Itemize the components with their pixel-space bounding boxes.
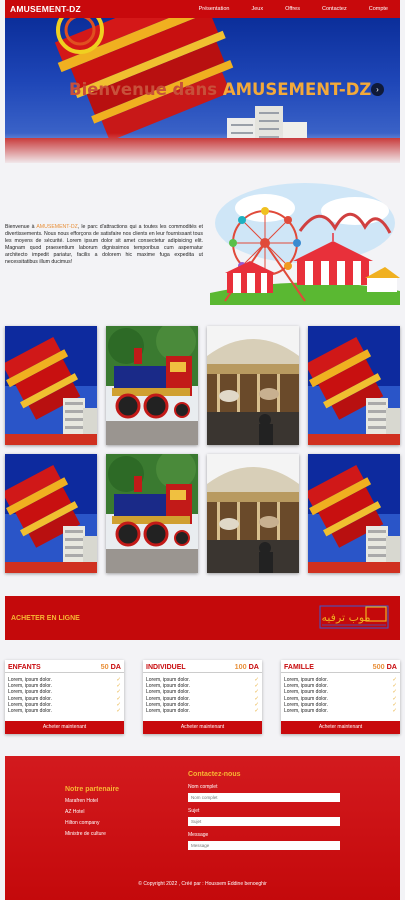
price-currency: DA bbox=[248, 662, 259, 671]
gallery-image-ride[interactable] bbox=[308, 326, 400, 445]
list-item: Lorem, ipsum dolor. ✓ bbox=[146, 708, 259, 715]
pricing-card-enfants: ENFANTS 50 DA Lorem, ipsum dolor. ✓ Lorem… bbox=[5, 660, 124, 734]
gallery-image-ride[interactable] bbox=[5, 326, 97, 445]
buy-online-banner[interactable]: ACHETER EN LIGNE موب ترفيه bbox=[5, 596, 400, 640]
pricing-card-price: 500 DA bbox=[373, 662, 397, 671]
gallery-image-ride[interactable] bbox=[308, 454, 400, 573]
pricing-card-price: 100 DA bbox=[235, 662, 259, 671]
pricing-card-header: FAMILLE 500 DA bbox=[281, 660, 400, 673]
name-field-label: Nom complet bbox=[188, 784, 218, 790]
price-value: 100 bbox=[234, 662, 247, 671]
pricing-feature-list: Lorem, ipsum dolor. ✓ Lorem, ipsum dolor.… bbox=[281, 673, 400, 714]
check-icon: ✓ bbox=[116, 708, 121, 715]
check-icon: ✓ bbox=[254, 708, 259, 715]
about-text: Bienvenue à AMUSEMENT-DZ, le parc d'attr… bbox=[5, 224, 203, 267]
partner-item[interactable]: AZ Hotel bbox=[65, 809, 84, 815]
ticket-logo: موب ترفيه bbox=[319, 605, 389, 629]
hero-slider: Bienvenue dans AMUSEMENT-DZ › bbox=[5, 18, 400, 163]
buy-now-button[interactable]: Acheter maintenant bbox=[5, 721, 124, 734]
funfair-illustration bbox=[210, 183, 400, 305]
navbar: AMUSEMENT-DZ Présentation Jeux Offres Co… bbox=[5, 0, 400, 18]
nav-item-offres[interactable]: Offres bbox=[274, 6, 311, 12]
hero-title-part1: Bienvenue dans bbox=[69, 80, 223, 99]
list-item: Lorem, ipsum dolor. ✓ bbox=[8, 708, 121, 715]
buy-online-title: ACHETER EN LIGNE bbox=[11, 614, 80, 622]
about-brand-highlight: AMUSEMENT-DZ bbox=[36, 224, 78, 230]
pricing-feature-list: Lorem, ipsum dolor. ✓ Lorem, ipsum dolor.… bbox=[143, 673, 262, 714]
price-value: 50 bbox=[100, 662, 109, 671]
gallery-image-carousel[interactable] bbox=[207, 454, 299, 573]
about-text-intro: Bienvenue à bbox=[5, 224, 37, 230]
footer: Notre partenaire Marafren Hotel AZ Hotel… bbox=[5, 756, 400, 900]
list-item: Lorem, ipsum dolor. ✓ bbox=[284, 708, 397, 715]
nav-item-jeux[interactable]: Jeux bbox=[240, 6, 274, 12]
pricing-card-name: FAMILLE bbox=[284, 664, 314, 671]
subject-field-label: Sujet bbox=[188, 808, 200, 814]
pricing-feature-list: Lorem, ipsum dolor. ✓ Lorem, ipsum dolor.… bbox=[5, 673, 124, 714]
contact-title: Contactez-nous bbox=[188, 771, 241, 778]
price-currency: DA bbox=[110, 662, 121, 671]
nav-item-contactez[interactable]: Contactez bbox=[311, 6, 358, 12]
pricing-card-individuel: INDIVIDUEL 100 DA Lorem, ipsum dolor. ✓ L… bbox=[143, 660, 262, 734]
subject-field[interactable] bbox=[188, 817, 340, 826]
next-slide-icon[interactable]: › bbox=[371, 83, 384, 96]
gallery-image-train[interactable] bbox=[106, 326, 198, 445]
pricing-card-price: 50 DA bbox=[101, 662, 121, 671]
pricing-card-name: INDIVIDUEL bbox=[146, 664, 186, 671]
pricing-card-header: ENFANTS 50 DA bbox=[5, 660, 124, 673]
name-field[interactable] bbox=[188, 793, 340, 802]
gallery-image-carousel[interactable] bbox=[207, 326, 299, 445]
partner-item[interactable]: Marafren Hotel bbox=[65, 798, 98, 804]
buy-now-button[interactable]: Acheter maintenant bbox=[143, 721, 262, 734]
message-field[interactable] bbox=[188, 841, 340, 850]
partner-item[interactable]: Ministre de culture bbox=[65, 831, 106, 837]
gallery-image-ride[interactable] bbox=[5, 454, 97, 573]
hero-fade bbox=[5, 133, 400, 163]
ticket-logo-text: موب ترفيه bbox=[321, 611, 370, 624]
partner-title: Notre partenaire bbox=[65, 786, 120, 793]
nav-menu: Présentation Jeux Offres Contactez Compt… bbox=[188, 6, 396, 12]
price-currency: DA bbox=[386, 662, 397, 671]
gallery-image-train[interactable] bbox=[106, 454, 198, 573]
buy-now-button[interactable]: Acheter maintenant bbox=[281, 721, 400, 734]
partner-item[interactable]: Hilton company bbox=[65, 820, 99, 826]
message-field-label: Message bbox=[188, 832, 209, 838]
check-icon: ✓ bbox=[392, 708, 397, 715]
price-value: 500 bbox=[372, 662, 385, 671]
nav-item-presentation[interactable]: Présentation bbox=[188, 6, 241, 12]
pricing-card-header: INDIVIDUEL 100 DA bbox=[143, 660, 262, 673]
copyright: © Copyright 2022 , Créé par : Houssem Ed… bbox=[138, 881, 267, 887]
page: AMUSEMENT-DZ Présentation Jeux Offres Co… bbox=[0, 0, 405, 900]
pricing-card-name: ENFANTS bbox=[8, 664, 41, 671]
pricing-card-famille: FAMILLE 500 DA Lorem, ipsum dolor. ✓ Lore… bbox=[281, 660, 400, 734]
nav-item-compte[interactable]: Compte bbox=[358, 6, 396, 12]
hero-title: Bienvenue dans AMUSEMENT-DZ bbox=[69, 80, 371, 99]
about-text-body: , le parc d'attractions qui a toutes les… bbox=[5, 224, 203, 266]
brand-logo[interactable]: AMUSEMENT-DZ bbox=[10, 4, 81, 14]
hero-title-brand: AMUSEMENT-DZ bbox=[222, 80, 372, 99]
